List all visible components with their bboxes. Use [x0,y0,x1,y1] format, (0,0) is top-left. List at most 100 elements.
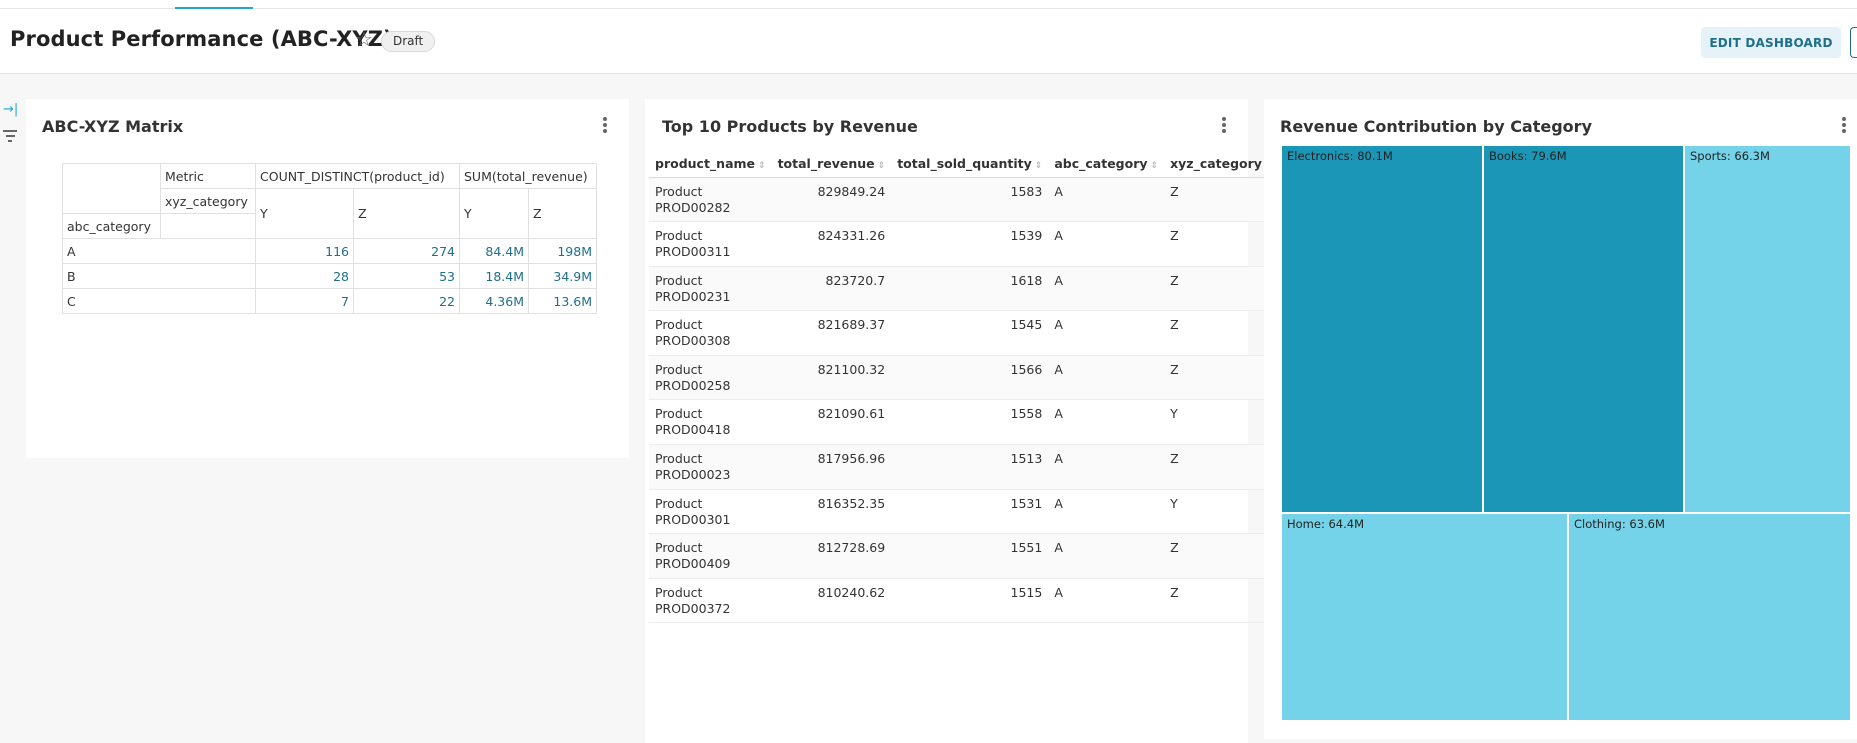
pivot-subcol: Y [255,188,354,239]
expand-right-icon[interactable]: →| [3,102,18,117]
cell-total-sold-quantity: 1558 [891,399,1049,446]
product-name-line: Product [655,183,703,199]
pivot-blank [160,213,256,239]
cell-product-name: Product PROD00311 [649,221,772,267]
product-name-line: Product [655,272,703,288]
treemap-rect-home[interactable]: Home: 64.4M [1281,513,1568,721]
pivot-cell: 22 [353,288,460,314]
cell-xyz-category: Z [1164,266,1279,312]
table-row: Product PROD00311 824331.26 1539 A Z [649,221,1279,267]
cell-total-revenue: 823720.7 [771,266,892,312]
treemap-rect-sports[interactable]: Sports: 66.3M [1684,145,1851,513]
cell-product-name: Product PROD00282 [649,177,772,223]
cell-xyz-category: Z [1164,310,1279,356]
cell-total-revenue: 812728.69 [771,533,892,579]
product-id-line: PROD00409 [655,556,731,572]
pivot-table: Metric COUNT_DISTINCT(product_id) SUM(to… [62,163,597,314]
cell-total-revenue: 821100.32 [771,355,892,401]
cell-xyz-category: Y [1164,399,1279,446]
pivot-cell: 4.36M [459,288,529,314]
revenue-treemap-panel: Revenue Contribution by Category Electro… [1264,99,1857,739]
pivot-cell: 18.4M [459,263,529,289]
column-header-total-revenue[interactable]: total_revenue ⇕ [771,151,892,178]
cell-total-sold-quantity: 1515 [891,578,1049,624]
product-name-line: Product [655,317,703,333]
pivot-row-label: C [62,288,256,314]
product-id-line: PROD00023 [655,467,731,483]
panel-menu-icon[interactable] [602,117,608,135]
filter-icon[interactable] [3,130,17,145]
product-name-line: Product [655,495,703,511]
table-row: Product PROD00409 812728.69 1551 A Z [649,533,1279,579]
product-id-line: PROD00258 [655,377,731,393]
pivot-cell: 34.9M [528,263,597,289]
column-header-xyz-category[interactable]: xyz_category⇕ [1164,151,1279,178]
table-row: Product PROD00282 829849.24 1583 A Z [649,177,1279,223]
star-icon[interactable]: ☆ [355,29,373,49]
treemap-label: Clothing: 63.6M [1574,517,1665,531]
panel-title: Top 10 Products by Revenue [662,117,918,136]
sort-icon[interactable]: ⇕ [1151,161,1159,171]
pivot-row-label: A [62,238,256,264]
cell-total-sold-quantity: 1513 [891,444,1049,490]
pivot-row: C 7 22 4.36M 13.6M [62,288,597,314]
cell-xyz-category: Z [1164,221,1279,267]
cell-total-revenue: 821689.37 [771,310,892,356]
product-name-line: Product [655,361,703,377]
table-row: Product PROD00231 823720.7 1618 A Z [649,266,1279,312]
pivot-row: B 28 53 18.4M 34.9M [62,263,597,289]
cell-xyz-category: Y [1164,489,1279,535]
panel-title: Revenue Contribution by Category [1280,117,1592,136]
product-id-line: PROD00231 [655,288,731,304]
product-id-line: PROD00282 [655,199,731,215]
cell-total-sold-quantity: 1531 [891,489,1049,535]
cell-xyz-category: Z [1164,578,1279,624]
panel-title: ABC-XYZ Matrix [42,117,184,136]
cell-product-name: Product PROD00308 [649,310,772,356]
cell-total-revenue: 817956.96 [771,444,892,490]
sort-icon[interactable]: ⇕ [1035,161,1043,171]
column-header-product-name[interactable]: product_name ⇕ [649,151,772,178]
dashboard-header: Product Performance (ABC-XYZ) ☆ Draft ED… [0,9,1857,74]
cell-xyz-category: Z [1164,177,1279,223]
treemap-label: Sports: 66.3M [1690,149,1770,163]
column-header-total-sold-quantity[interactable]: total_sold_quantity ⇕ [891,151,1049,178]
table-row: Product PROD00372 810240.62 1515 A Z [649,578,1279,624]
pivot-metric-sum: SUM(total_revenue) [459,163,597,189]
cell-total-revenue: 810240.62 [771,578,892,624]
cell-abc-category: A [1048,533,1165,579]
treemap-rect-books[interactable]: Books: 79.6M [1483,145,1684,513]
sort-icon[interactable]: ⇕ [758,161,766,171]
panel-menu-icon[interactable] [1221,117,1227,135]
table-row: Product PROD00258 821100.32 1566 A Z [649,355,1279,401]
cell-xyz-category: Z [1164,444,1279,490]
cell-abc-category: A [1048,221,1165,267]
cell-abc-category: A [1048,399,1165,446]
cell-total-sold-quantity: 1566 [891,355,1049,401]
more-actions-button[interactable] [1850,27,1857,58]
table-row: Product PROD00023 817956.96 1513 A Z [649,444,1279,490]
cell-abc-category: A [1048,355,1165,401]
cell-total-sold-quantity: 1545 [891,310,1049,356]
product-name-line: Product [655,451,703,467]
table-row: Product PROD00301 816352.35 1531 A Y [649,489,1279,535]
panel-menu-icon[interactable] [1841,117,1847,135]
cell-abc-category: A [1048,266,1165,312]
treemap-rect-electronics[interactable]: Electronics: 80.1M [1281,145,1483,513]
top-10-products-panel: Top 10 Products by Revenue product_name ⇕… [645,99,1279,743]
treemap-label: Electronics: 80.1M [1287,149,1393,163]
cell-total-revenue: 824331.26 [771,221,892,267]
cell-total-sold-quantity: 1539 [891,221,1049,267]
column-header-abc-category[interactable]: abc_category ⇕ [1048,151,1165,178]
cell-total-sold-quantity: 1583 [891,177,1049,223]
edit-dashboard-button[interactable]: EDIT DASHBOARD [1701,27,1841,58]
top-nav-strip [0,0,1857,9]
product-name-line: Product [655,540,703,556]
pivot-cell: 13.6M [528,288,597,314]
treemap-rect-clothing[interactable]: Clothing: 63.6M [1568,513,1851,721]
pivot-subcol: Z [528,188,597,239]
sort-icon[interactable]: ⇕ [878,161,886,171]
treemap-label: Home: 64.4M [1287,517,1365,531]
pivot-cell: 28 [255,263,354,289]
abc-xyz-matrix-panel: ABC-XYZ Matrix Metric COUNT_DISTINCT(pro… [26,99,629,458]
